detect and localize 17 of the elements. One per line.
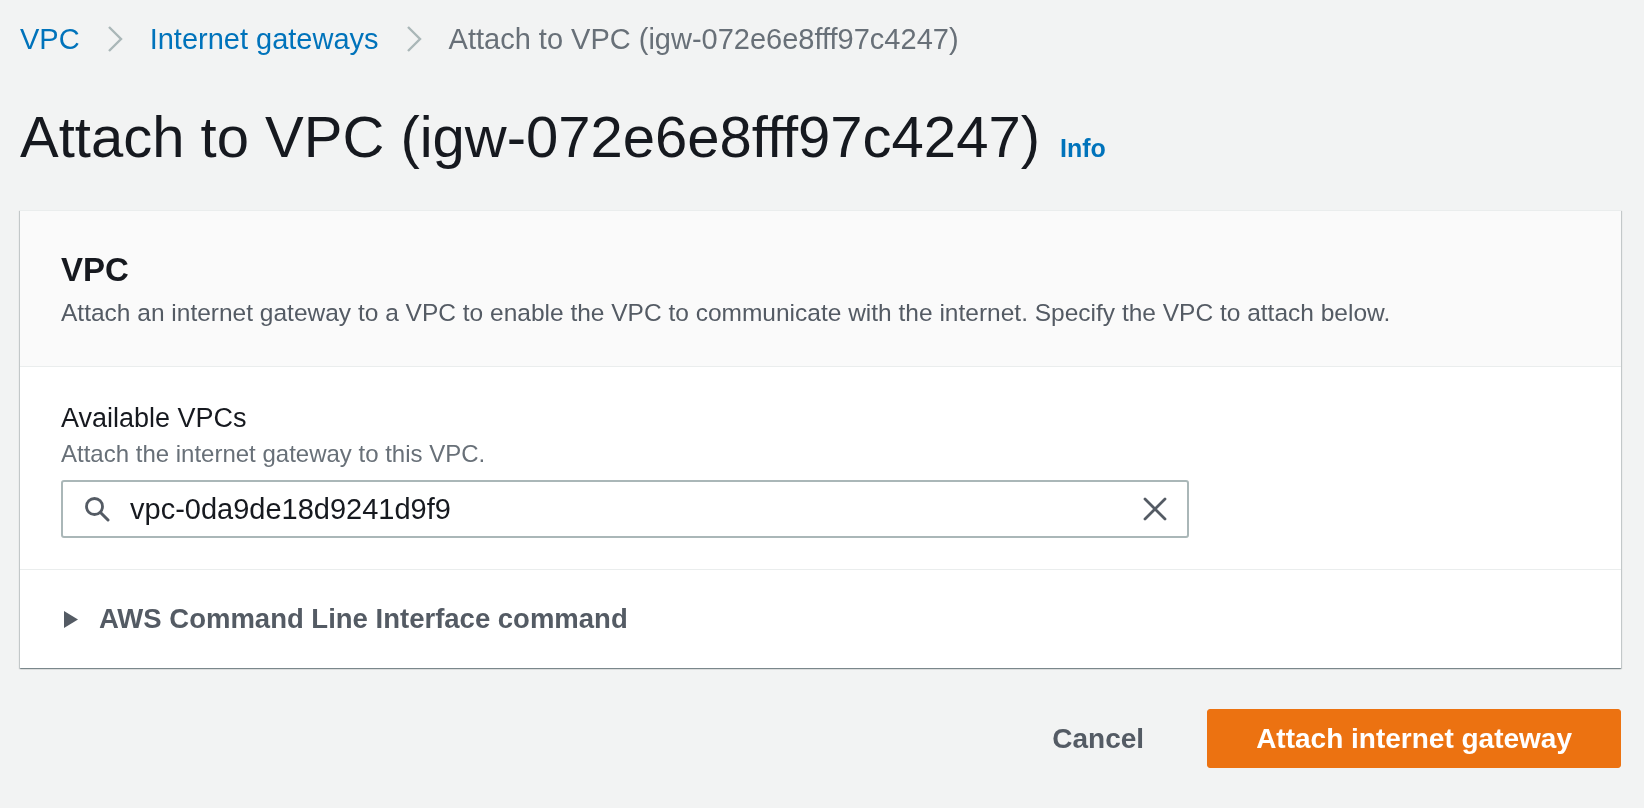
panel-description: Attach an internet gateway to a VPC to enable the VPC to communicate with the internet. Specify the VPC to attach below. <box>61 300 1392 326</box>
page-title: Attach to VPC (igw-072e6e8fff97c4247) <box>20 103 1040 171</box>
chevron-right-icon <box>405 26 422 52</box>
chevron-right-icon <box>106 26 123 52</box>
primary-button[interactable]: Attach internet gateway <box>1207 709 1621 768</box>
breadcrumb-link[interactable]: VPC <box>20 23 80 55</box>
cli-expander[interactable]: AWS Command Line Interface command <box>61 603 628 635</box>
search-icon <box>84 496 110 522</box>
field-label: Available VPCs <box>61 402 247 434</box>
close-icon[interactable] <box>1143 497 1167 521</box>
breadcrumb-current: Attach to VPC (igw-072e6e8fff97c4247) <box>448 23 959 55</box>
info-link[interactable]: Info <box>1059 134 1106 163</box>
field-hint: Attach the internet gateway to this VPC. <box>61 442 486 466</box>
panel-title: VPC <box>61 250 130 290</box>
cancel-button[interactable]: Cancel <box>1032 709 1165 768</box>
search-field[interactable]: vpc-0da9de18d9241d9f9 <box>61 480 1189 538</box>
breadcrumb-link[interactable]: Internet gateways <box>149 23 379 55</box>
